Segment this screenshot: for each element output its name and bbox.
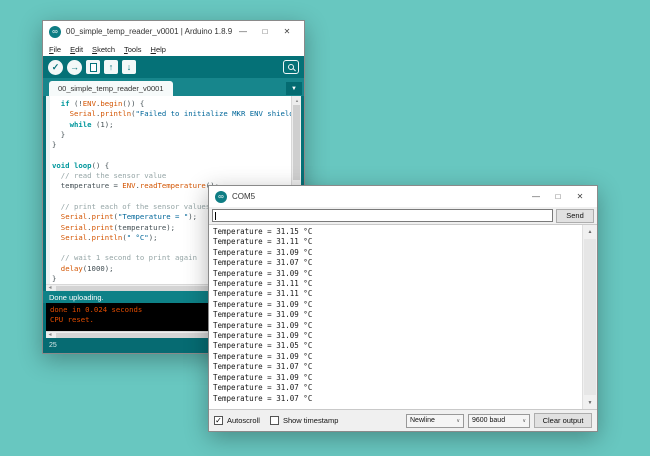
maximize-button[interactable]: □ bbox=[254, 23, 276, 41]
autoscroll-label: Autoscroll bbox=[227, 416, 260, 425]
upload-button[interactable]: → bbox=[67, 59, 82, 75]
minimize-button[interactable]: — bbox=[232, 23, 254, 41]
open-button[interactable]: ↑ bbox=[104, 60, 118, 74]
chevron-down-icon: ∨ bbox=[456, 417, 460, 424]
clear-output-button[interactable]: Clear output bbox=[534, 413, 592, 428]
tab-dropdown-button[interactable]: ▼ bbox=[286, 82, 302, 95]
arduino-titlebar[interactable]: ∞ 00_simple_temp_reader_v0001 | Arduino … bbox=[43, 21, 304, 42]
serial-line: Temperature = 31.09 °C bbox=[213, 299, 313, 309]
send-button[interactable]: Send bbox=[556, 208, 594, 223]
menu-sketch[interactable]: Sketch bbox=[92, 45, 115, 54]
sketch-tab[interactable]: 00_simple_temp_reader_v0001 bbox=[49, 81, 173, 96]
serial-line: Temperature = 31.11 °C bbox=[213, 237, 313, 247]
scroll-up-icon[interactable]: ▲ bbox=[292, 96, 301, 104]
editor-gutter bbox=[46, 96, 50, 284]
verify-button[interactable]: ✓ bbox=[48, 59, 63, 75]
show-timestamp-checkbox[interactable] bbox=[269, 416, 279, 425]
serial-line: Temperature = 31.07 °C bbox=[213, 258, 313, 268]
close-button[interactable]: ✕ bbox=[276, 23, 298, 41]
code-line: if (!ENV.begin()) { bbox=[60, 99, 145, 108]
code-line: } bbox=[52, 129, 66, 139]
line-ending-select[interactable]: Newline ∨ bbox=[406, 413, 464, 428]
serial-line: Temperature = 31.09 °C bbox=[213, 247, 313, 257]
serial-line: Temperature = 31.05 °C bbox=[213, 341, 313, 351]
serial-line: Temperature = 31.11 °C bbox=[213, 289, 313, 299]
code-line: Serial.println("Failed to initialize MKR… bbox=[69, 109, 291, 119]
serial-send-input[interactable] bbox=[212, 209, 553, 222]
serial-line: Temperature = 31.07 °C bbox=[213, 393, 313, 403]
serial-window-title: COM5 bbox=[232, 192, 256, 201]
magnifier-icon bbox=[288, 64, 294, 70]
new-doc-icon bbox=[89, 62, 97, 72]
serial-line: Temperature = 31.07 °C bbox=[213, 362, 313, 372]
code-line: void loop() { bbox=[52, 160, 110, 170]
text-caret bbox=[215, 212, 216, 220]
close-button[interactable]: ✕ bbox=[569, 188, 591, 206]
new-sketch-button[interactable] bbox=[86, 60, 100, 74]
toolbar: ✓ → ↑ ↓ bbox=[43, 56, 304, 78]
serial-line: Temperature = 31.11 °C bbox=[213, 279, 313, 289]
scroll-thumb[interactable] bbox=[293, 105, 300, 181]
serial-line: Temperature = 31.07 °C bbox=[213, 383, 313, 393]
scroll-thumb[interactable] bbox=[584, 239, 596, 395]
serial-options-bar: ✓ Autoscroll Show timestamp Newline ∨ 96… bbox=[209, 410, 597, 431]
menu-tools[interactable]: Tools bbox=[124, 45, 142, 54]
serial-line: Temperature = 31.09 °C bbox=[213, 331, 313, 341]
serial-line: Temperature = 31.09 °C bbox=[213, 310, 313, 320]
code-line: while (1); bbox=[69, 119, 114, 129]
show-timestamp-label: Show timestamp bbox=[282, 416, 339, 425]
minimize-button[interactable]: — bbox=[525, 188, 547, 206]
serial-line: Temperature = 31.09 °C bbox=[213, 268, 313, 278]
menu-help[interactable]: Help bbox=[151, 45, 166, 54]
arduino-window-title: 00_simple_temp_reader_v0001 | Arduino 1.… bbox=[66, 27, 232, 36]
arduino-logo-icon: ∞ bbox=[49, 25, 61, 38]
serial-monitor-button[interactable] bbox=[283, 60, 299, 74]
scroll-up-icon[interactable]: ▲ bbox=[583, 225, 597, 238]
tabstrip: 00_simple_temp_reader_v0001 ▼ bbox=[43, 78, 304, 96]
serial-monitor-window: ∞ COM5 — □ ✕ Send Temperature = 31.15 °C… bbox=[208, 185, 598, 432]
autoscroll-checkbox[interactable]: ✓ bbox=[214, 416, 223, 425]
code-line: } bbox=[52, 140, 57, 150]
baud-rate-select[interactable]: 9600 baud ∨ bbox=[468, 413, 530, 428]
save-button[interactable]: ↓ bbox=[122, 60, 136, 74]
maximize-button[interactable]: □ bbox=[547, 188, 569, 206]
serial-line: Temperature = 31.15 °C bbox=[213, 227, 313, 236]
serial-line: Temperature = 31.09 °C bbox=[213, 372, 313, 382]
scroll-down-icon[interactable]: ▼ bbox=[583, 396, 597, 409]
serial-output: Temperature = 31.15 °C Temperature = 31.1… bbox=[213, 227, 581, 409]
menu-file[interactable]: File bbox=[49, 45, 61, 54]
serial-titlebar[interactable]: ∞ COM5 — □ ✕ bbox=[209, 186, 597, 207]
code-line: // read the sensor value bbox=[52, 171, 167, 181]
menubar: File Edit Sketch Tools Help bbox=[43, 42, 304, 56]
serial-line: Temperature = 31.09 °C bbox=[213, 351, 313, 361]
menu-edit[interactable]: Edit bbox=[70, 45, 83, 54]
chevron-down-icon: ∨ bbox=[522, 417, 526, 424]
serial-vertical-scrollbar[interactable]: ▲ ▼ bbox=[582, 225, 597, 409]
arduino-logo-icon: ∞ bbox=[215, 190, 227, 203]
serial-line: Temperature = 31.09 °C bbox=[213, 320, 313, 330]
